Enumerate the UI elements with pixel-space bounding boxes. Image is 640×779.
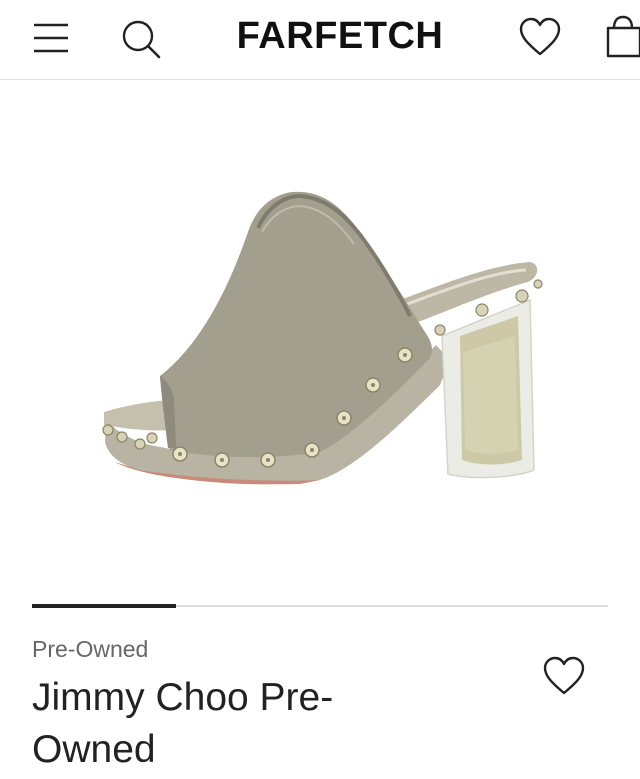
heart-icon[interactable] xyxy=(518,16,562,58)
shoe-image xyxy=(102,191,543,485)
search-icon[interactable] xyxy=(120,18,162,60)
menu-icon[interactable] xyxy=(32,22,70,54)
shopping-bag-icon[interactable] xyxy=(604,14,640,60)
product-image[interactable] xyxy=(0,80,640,600)
product-title: Jimmy Choo Pre-Owned xyxy=(32,676,334,771)
farfetch-logo[interactable]: FARFETCH xyxy=(214,14,466,58)
heart-icon[interactable] xyxy=(542,656,586,696)
image-carousel-indicator[interactable] xyxy=(32,604,608,608)
carousel-active-segment xyxy=(32,604,176,608)
top-nav-bar: FARFETCH xyxy=(0,0,640,80)
product-condition-label: Pre-Owned xyxy=(32,636,149,662)
